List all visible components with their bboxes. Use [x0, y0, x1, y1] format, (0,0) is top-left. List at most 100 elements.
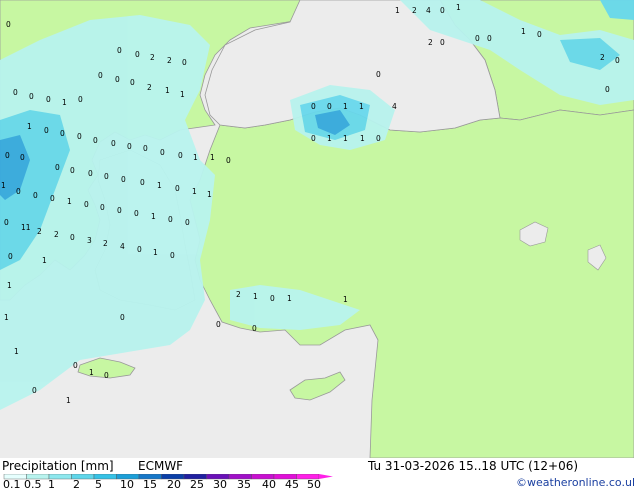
precip-value-label: 1 — [67, 197, 72, 206]
precip-value-label: 0 — [77, 132, 82, 141]
precip-value-label: 1 — [287, 294, 292, 303]
precip-value-label: 0 — [78, 95, 83, 104]
precip-value-label: 0 — [93, 136, 98, 145]
precip-value-label: 0 — [13, 88, 18, 97]
precip-value-label: 1 — [207, 190, 212, 199]
precip-value-label: 1 — [343, 295, 348, 304]
precip-value-label: 0 — [104, 371, 109, 380]
precip-value-label: 0 — [8, 252, 13, 261]
precip-value-label: 0 — [143, 144, 148, 153]
precip-value-label: 0 — [137, 245, 142, 254]
precip-value-label: 0 — [487, 34, 492, 43]
precip-value-label: 0 — [104, 172, 109, 181]
precip-value-label: 1 — [521, 27, 526, 36]
precip-value-label: 0 — [130, 78, 135, 87]
precip-value-label: 1 — [343, 102, 348, 111]
precip-value-label: 1 — [153, 248, 158, 257]
precip-value-label: 0 — [537, 30, 542, 39]
precip-value-label: 2 — [600, 53, 605, 62]
precip-value-label: 0 — [70, 233, 75, 242]
precip-value-label: 0 — [327, 102, 332, 111]
precip-value-label: 0 — [311, 102, 316, 111]
precip-value-label: 1 — [456, 3, 461, 12]
precip-value-label: 1 — [193, 153, 198, 162]
precip-value-label: 0 — [376, 70, 381, 79]
precip-value-label: 0 — [4, 218, 9, 227]
precip-value-label: 0 — [73, 361, 78, 370]
precip-value-label: 0 — [135, 50, 140, 59]
precip-value-label: 1 — [395, 6, 400, 15]
precip-value-label: 0 — [216, 320, 221, 329]
precip-value-label: 0 — [115, 75, 120, 84]
precip-value-label: 0 — [44, 126, 49, 135]
precip-value-label: 1 — [180, 90, 185, 99]
precip-value-label: 1 — [27, 122, 32, 131]
precip-value-label: 1 — [1, 181, 6, 190]
precip-value-label: 2 — [428, 38, 433, 47]
precip-value-label: 1 — [360, 134, 365, 143]
precip-value-label: 0 — [440, 6, 445, 15]
precip-value-label: 0 — [185, 218, 190, 227]
precip-value-label: 1 — [66, 396, 71, 405]
precip-value-label: 0 — [29, 92, 34, 101]
precip-value-label: 2 — [54, 230, 59, 239]
precip-value-label: 3 — [87, 236, 92, 245]
precip-value-label: 1 — [42, 256, 47, 265]
precip-value-label: 0 — [20, 153, 25, 162]
precip-value-label: 0 — [46, 95, 51, 104]
precip-value-label: 0 — [5, 151, 10, 160]
precip-value-label: 0 — [615, 56, 620, 65]
precip-value-label: 0 — [134, 209, 139, 218]
precip-value-label: 0 — [127, 142, 132, 151]
precip-value-label: 4 — [392, 102, 397, 111]
precip-value-label: 0 — [178, 151, 183, 160]
precip-value-label: 0 — [100, 203, 105, 212]
precip-value-label: 1 — [343, 134, 348, 143]
precip-value-label: 0 — [98, 71, 103, 80]
precip-value-label: 2 — [147, 83, 152, 92]
precip-value-label: 0 — [111, 139, 116, 148]
precipitation-map: 01 2 4 0 12 0 0 01 02 000 0 2 2 00 0 02 1 100 0 0 1 00 0 1 1 41 0 0… — [0, 0, 634, 458]
precip-value-label: 0 — [121, 175, 126, 184]
precip-value-label: 11 — [21, 223, 31, 232]
precip-value-label: 2 — [167, 56, 172, 65]
precip-value-label: 0 — [33, 191, 38, 200]
precip-value-label: 4 — [426, 6, 431, 15]
precip-value-label: 0 — [170, 251, 175, 260]
legend-title: Precipitation [mm] — [2, 459, 114, 473]
precip-value-label: 0 — [55, 163, 60, 172]
legend: Precipitation [mm] ECMWF Tu 31-03-2026 1… — [0, 458, 634, 491]
precip-value-label: 0 — [84, 200, 89, 209]
precip-value-label: 1 — [210, 153, 215, 162]
precip-value-label: 0 — [605, 85, 610, 94]
legend-model: ECMWF — [138, 459, 184, 473]
precip-value-label: 0 — [475, 34, 480, 43]
precip-value-label: 2 — [103, 239, 108, 248]
precip-value-label: 2 — [236, 290, 241, 299]
precip-value-label: 1 — [14, 347, 19, 356]
precip-value-label: 1 — [157, 181, 162, 190]
precip-value-label: 0 — [60, 129, 65, 138]
precip-value-label: 1 — [165, 86, 170, 95]
precip-value-label: 0 — [160, 148, 165, 157]
precip-value-label: 1 — [253, 292, 258, 301]
precip-value-label: 0 — [182, 58, 187, 67]
precip-value-label: 0 — [16, 187, 21, 196]
precip-value-label: 2 — [37, 227, 42, 236]
precip-value-label: 0 — [376, 134, 381, 143]
precip-value-label: 0 — [311, 134, 316, 143]
precip-value-label: 0 — [70, 166, 75, 175]
precip-value-label: 0 — [117, 206, 122, 215]
precip-value-label: 0 — [140, 178, 145, 187]
precip-value-label: 0 — [88, 169, 93, 178]
legend-datetime: Tu 31-03-2026 15..18 UTC (12+06) — [368, 459, 579, 473]
precip-value-label: 0 — [252, 324, 257, 333]
precip-value-label: 2 — [150, 53, 155, 62]
precip-value-label: 1 — [4, 313, 9, 322]
precip-value-label: 2 — [412, 6, 417, 15]
precip-value-label: 0 — [50, 194, 55, 203]
precip-value-label: 0 — [270, 294, 275, 303]
precip-value-label: 1 — [151, 212, 156, 221]
precip-value-label: 0 — [120, 313, 125, 322]
precip-value-label: 1 — [7, 281, 12, 290]
